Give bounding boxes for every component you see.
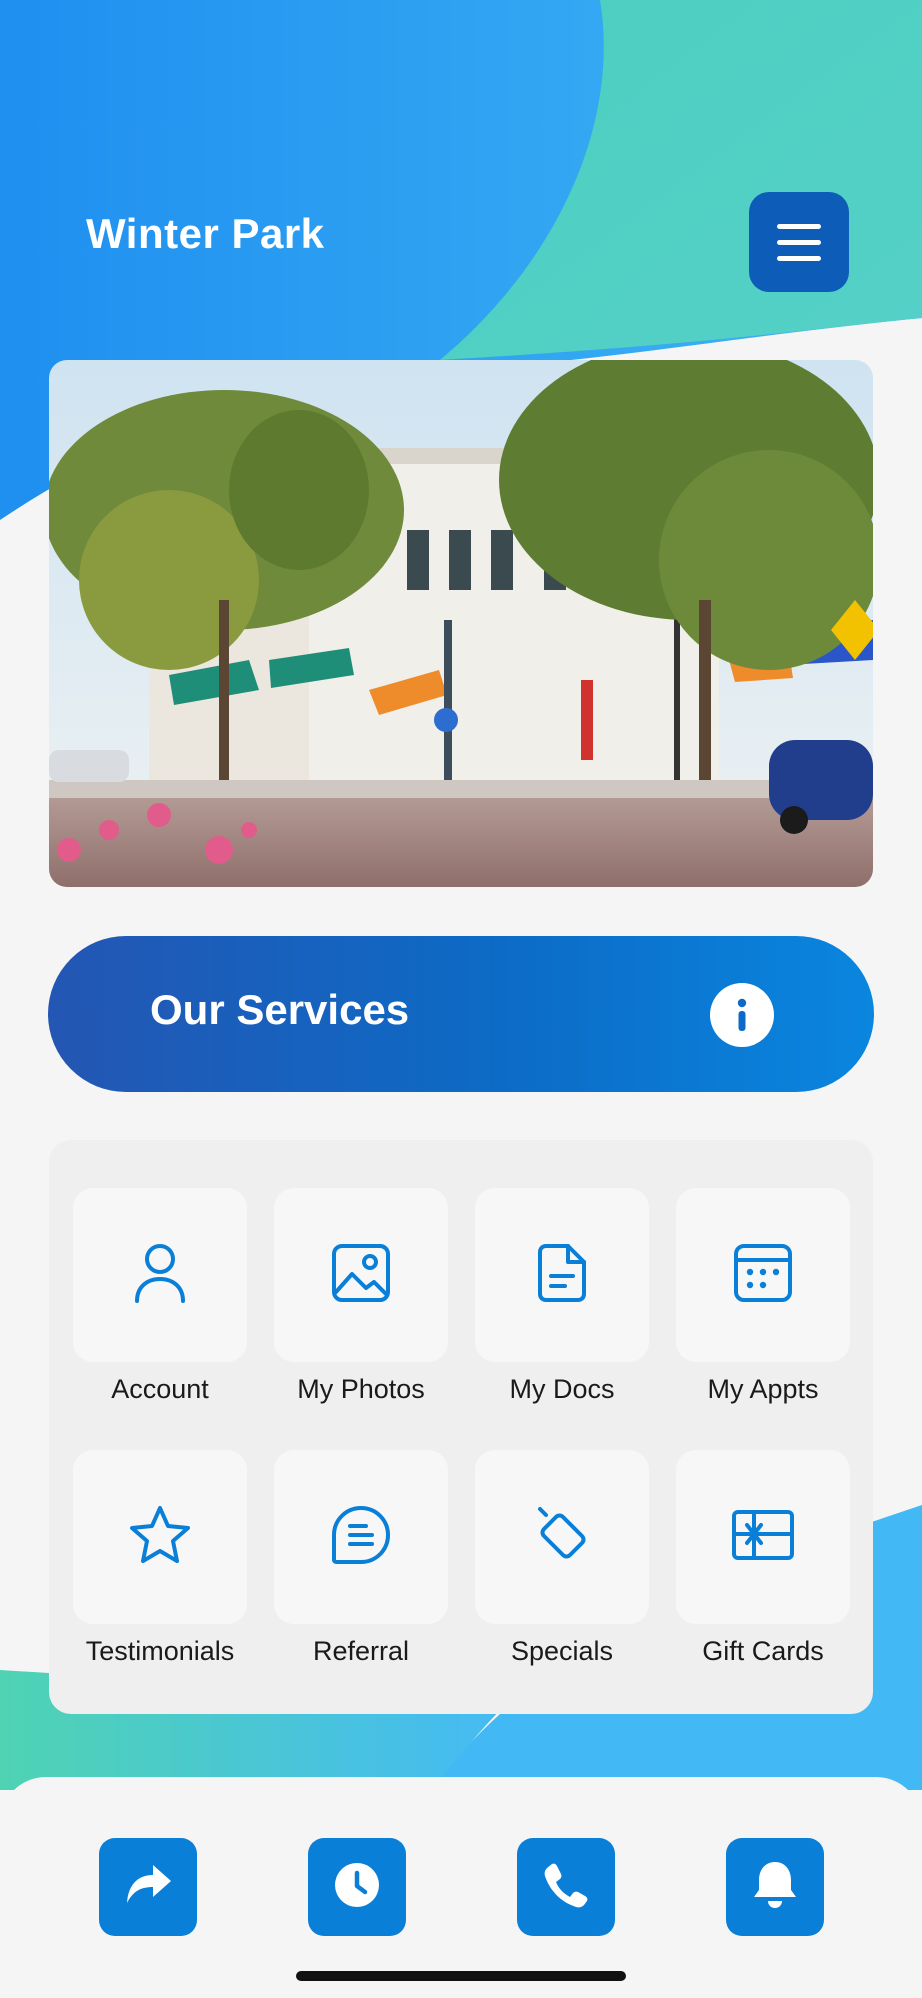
services-grid: Account My Photos My Docs My Appts Testi… bbox=[49, 1140, 873, 1714]
calendar-icon bbox=[732, 1242, 794, 1309]
home-indicator[interactable] bbox=[296, 1971, 626, 1981]
hours-button[interactable] bbox=[308, 1838, 406, 1936]
phone-icon bbox=[544, 1862, 588, 1913]
tile-background bbox=[73, 1188, 247, 1362]
menu-line bbox=[777, 223, 821, 229]
gift-card-icon bbox=[730, 1508, 796, 1567]
tile-background bbox=[475, 1188, 649, 1362]
star-icon bbox=[128, 1504, 192, 1571]
tile-background bbox=[475, 1450, 649, 1624]
grid-item-label: Referral bbox=[312, 1636, 410, 1666]
document-icon bbox=[536, 1242, 588, 1309]
grid-item-specials[interactable]: Specials bbox=[475, 1450, 649, 1667]
user-icon bbox=[130, 1241, 190, 1310]
grid-item-label: Account bbox=[111, 1374, 209, 1404]
call-button[interactable] bbox=[517, 1838, 615, 1936]
info-icon[interactable] bbox=[710, 983, 774, 1047]
tile-background bbox=[676, 1188, 850, 1362]
grid-item-testimonials[interactable]: Testimonials bbox=[73, 1450, 247, 1667]
bell-icon bbox=[752, 1860, 798, 1915]
chat-icon bbox=[330, 1504, 392, 1571]
tag-icon bbox=[530, 1503, 594, 1572]
share-icon bbox=[123, 1863, 173, 1912]
grid-item-label: My Appts bbox=[707, 1374, 819, 1404]
menu-line bbox=[777, 239, 821, 245]
tile-background bbox=[274, 1188, 448, 1362]
grid-item-label: Testimonials bbox=[85, 1636, 235, 1666]
our-services-banner[interactable]: Our Services bbox=[48, 936, 874, 1092]
notifications-button[interactable] bbox=[726, 1838, 824, 1936]
tile-background bbox=[274, 1450, 448, 1624]
tile-background bbox=[73, 1450, 247, 1624]
grid-item-gift-cards[interactable]: Gift Cards bbox=[676, 1450, 850, 1667]
grid-item-referral[interactable]: Referral bbox=[274, 1450, 448, 1667]
menu-button[interactable] bbox=[749, 192, 849, 292]
grid-item-account[interactable]: Account bbox=[73, 1188, 247, 1405]
tile-background bbox=[676, 1450, 850, 1624]
app-title: Winter Park bbox=[86, 210, 325, 257]
bottom-action-bar bbox=[0, 1777, 922, 1998]
grid-item-label: Gift Cards bbox=[702, 1636, 824, 1666]
street-scene-illustration bbox=[49, 360, 873, 887]
services-title: Our Services bbox=[150, 986, 410, 1033]
menu-line bbox=[777, 255, 821, 261]
grid-item-my-photos[interactable]: My Photos bbox=[274, 1188, 448, 1405]
grid-item-label: Specials bbox=[510, 1636, 614, 1666]
photo-icon bbox=[330, 1242, 392, 1309]
grid-item-label: My Photos bbox=[297, 1374, 425, 1404]
hero-image bbox=[49, 360, 873, 887]
grid-item-my-docs[interactable]: My Docs bbox=[475, 1188, 649, 1405]
app-header: Winter Park bbox=[0, 0, 922, 360]
grid-item-my-appts[interactable]: My Appts bbox=[676, 1188, 850, 1405]
grid-item-label: My Docs bbox=[509, 1374, 615, 1404]
share-button[interactable] bbox=[99, 1838, 197, 1936]
clock-icon bbox=[333, 1861, 381, 1914]
